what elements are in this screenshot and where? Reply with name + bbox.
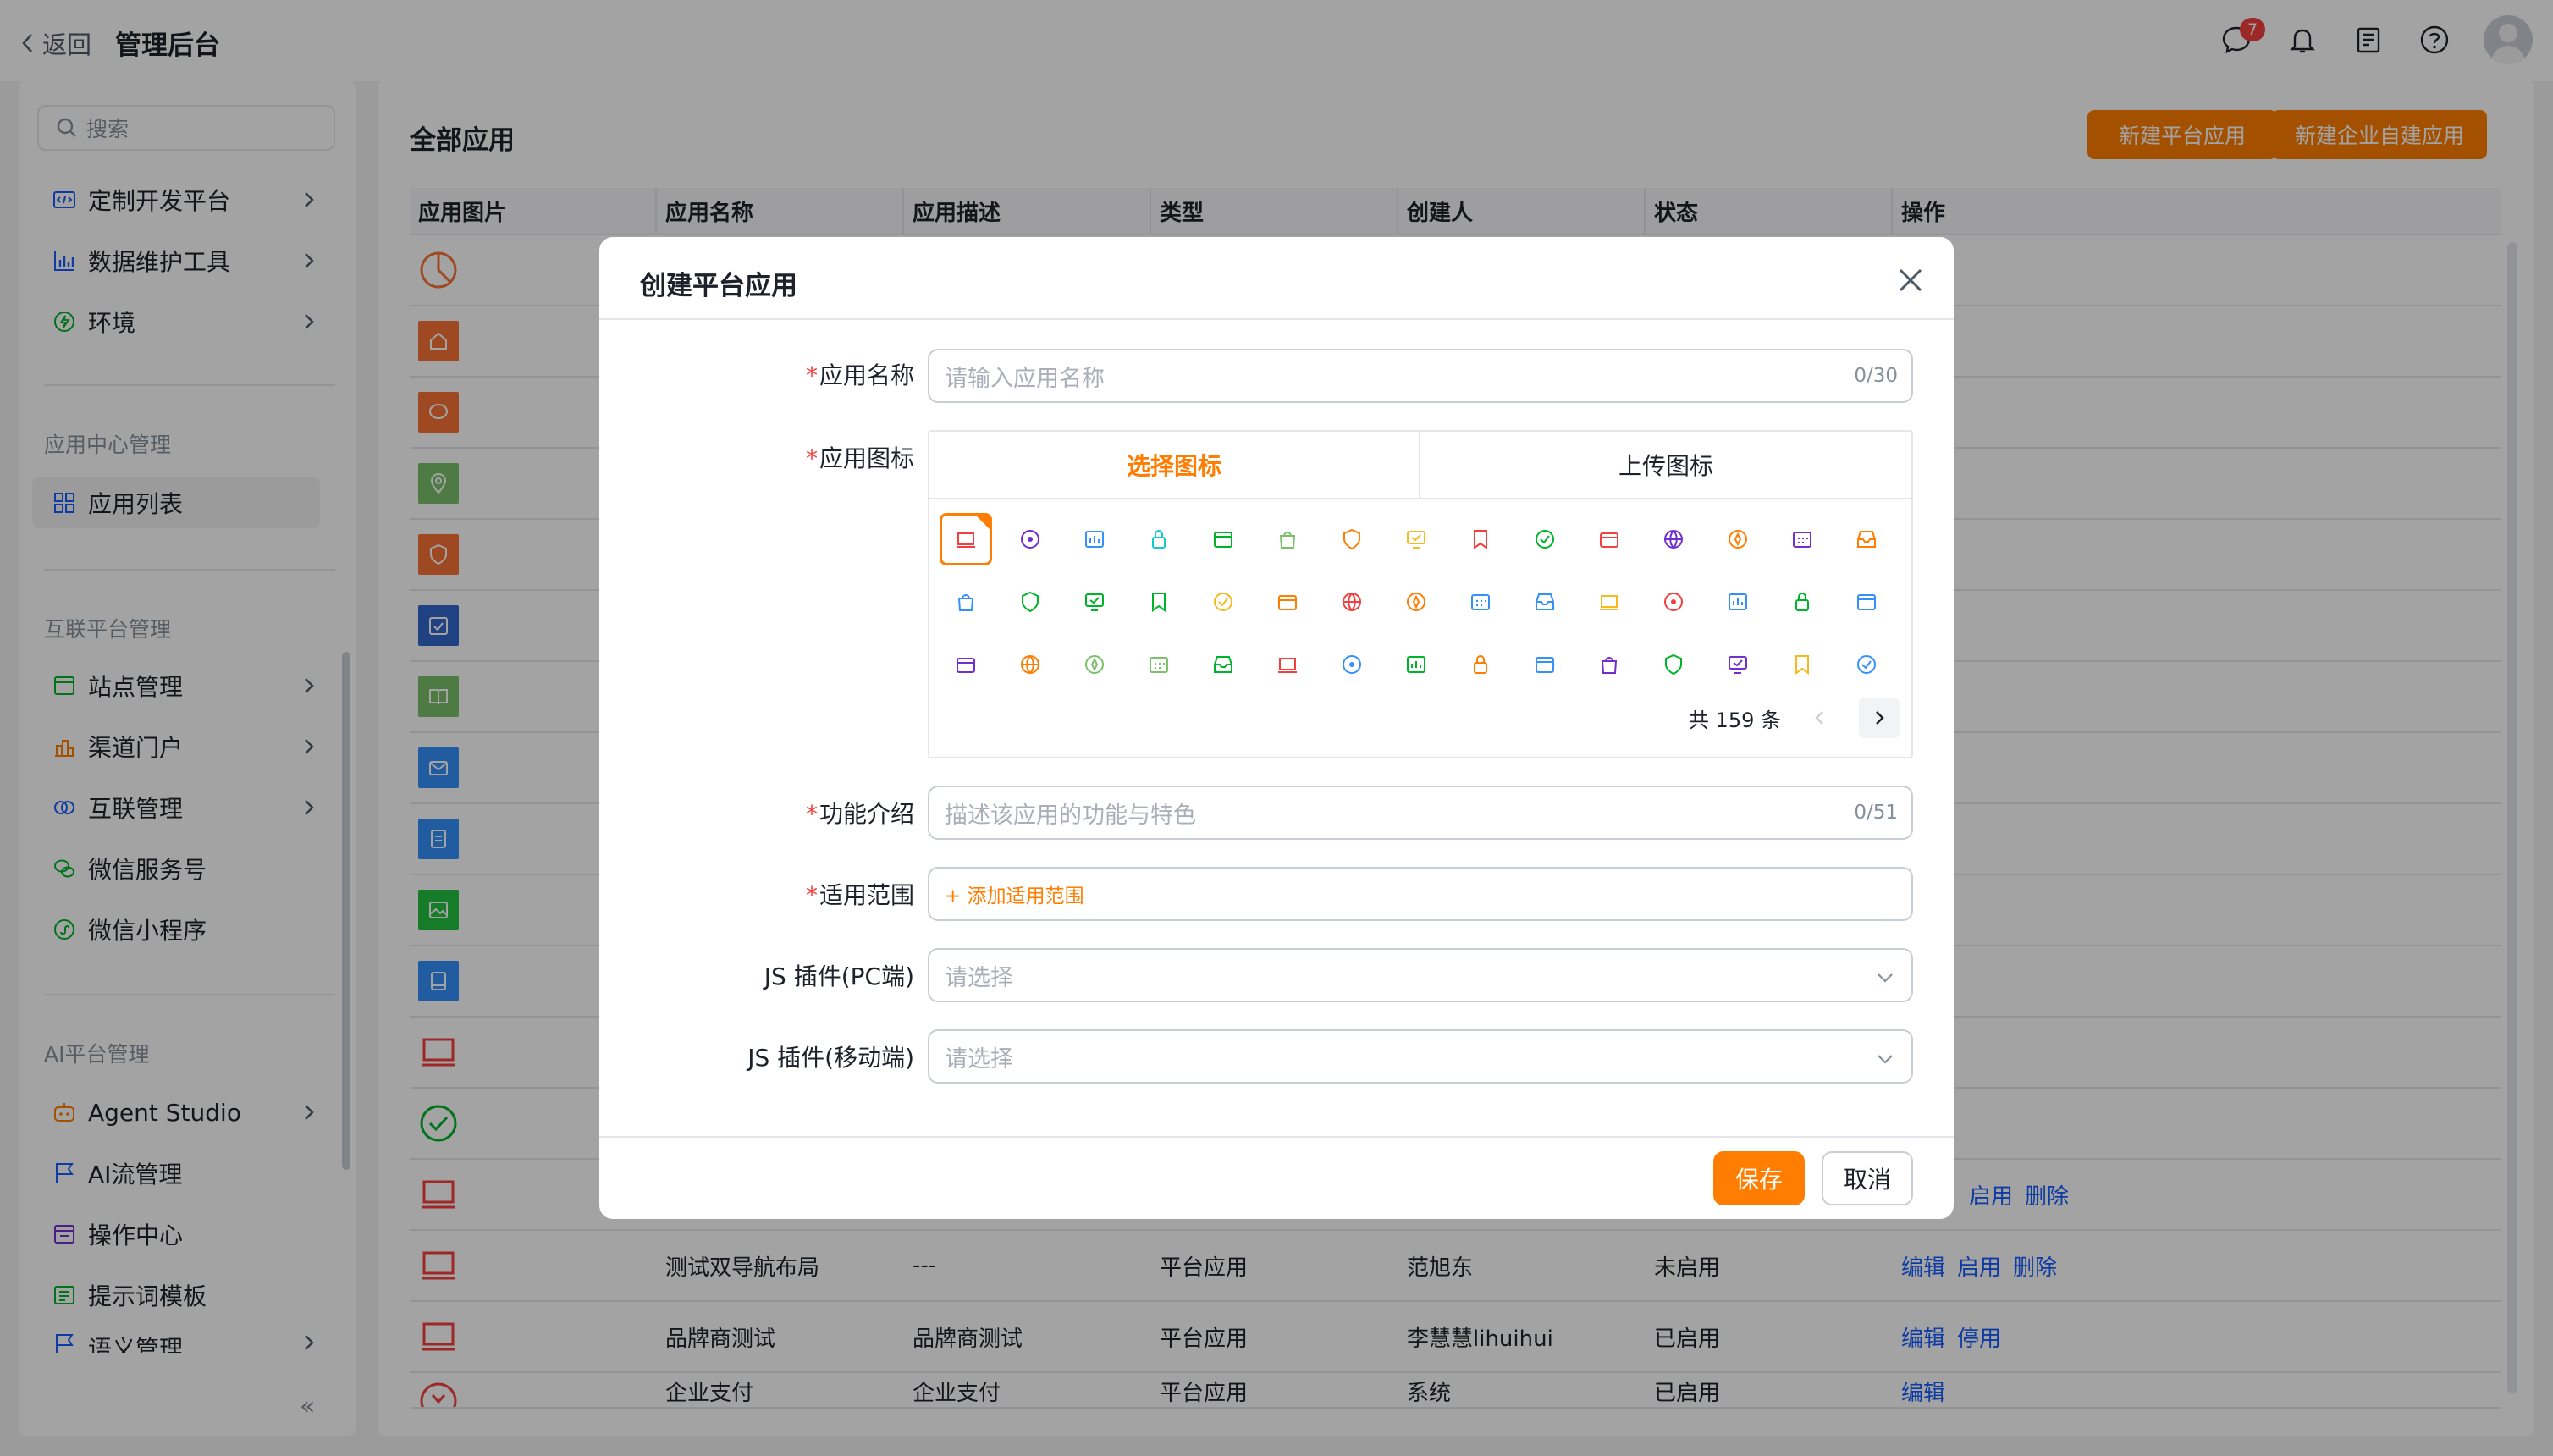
tab-select-icon[interactable]: 选择图标 [929, 432, 1420, 498]
shield-icon[interactable] [1197, 638, 1249, 691]
js-pc-placeholder: 请选择 [945, 964, 1013, 991]
app-name-count: 0/30 [1854, 365, 1898, 387]
app-desc-count: 0/51 [1854, 802, 1898, 824]
app-name-placeholder: 请输入应用名称 [945, 365, 1105, 392]
js-pc-label: JS 插件(PC端) [764, 962, 914, 990]
chevron-left-icon [1815, 711, 1823, 725]
flash-icon[interactable] [1647, 638, 1700, 691]
next-page-button[interactable] [1859, 698, 1900, 738]
app-name-label: *应用名称 [805, 361, 914, 389]
prev-page-button[interactable] [1800, 698, 1840, 738]
house-icon[interactable] [1712, 576, 1764, 628]
bag-icon[interactable] [1261, 513, 1314, 565]
window-icon[interactable] [1519, 576, 1571, 628]
dialog-title: 创建平台应用 [640, 271, 797, 301]
chevron-down-icon [1878, 973, 1893, 983]
wallet-icon[interactable] [1583, 513, 1635, 565]
cancel-button[interactable]: 取消 [1822, 1151, 1913, 1205]
check-circle-icon[interactable] [1519, 513, 1571, 565]
shop-icon[interactable] [1840, 638, 1893, 691]
building-icon[interactable] [1261, 576, 1314, 628]
close-icon[interactable] [1896, 266, 1925, 295]
bookmark-icon[interactable] [1454, 513, 1507, 565]
notepad-icon[interactable] [1068, 638, 1121, 691]
bulb-icon[interactable] [1712, 638, 1764, 691]
bar-chart-icon[interactable] [1326, 576, 1378, 628]
icon-total: 共 159 条 [1688, 708, 1781, 732]
chevron-down-icon [1878, 1055, 1893, 1064]
lock-icon[interactable] [1133, 513, 1185, 565]
app-desc-placeholder: 描述该应用的功能与特色 [945, 802, 1196, 829]
save-button[interactable]: 保存 [1713, 1151, 1805, 1205]
office-icon[interactable] [1583, 576, 1635, 628]
laptop-icon[interactable] [940, 513, 992, 565]
icon-picker: 选择图标 上传图标 共 159 条 [928, 430, 1913, 758]
scope-label: *适用范围 [805, 881, 914, 909]
icon-pagination: 共 159 条 [1689, 698, 1900, 738]
chevron-right-icon [1876, 711, 1884, 725]
app-name-input[interactable]: 请输入应用名称 0/30 [928, 349, 1913, 403]
question-icon[interactable] [1519, 638, 1571, 691]
compass-icon[interactable] [1712, 513, 1764, 565]
calendar-star-icon[interactable] [1454, 638, 1507, 691]
tab-upload-icon[interactable]: 上传图标 [1420, 432, 1911, 498]
create-app-dialog: 创建平台应用 *应用名称 请输入应用名称 0/30 *应用图标 选择图标 上传图… [599, 237, 1954, 1219]
cluster-icon[interactable] [1261, 638, 1314, 691]
photo-icon[interactable] [1583, 638, 1635, 691]
calendar-grid-icon[interactable] [1776, 513, 1828, 565]
download-box-icon[interactable] [1776, 576, 1828, 628]
monitor-check-icon[interactable] [1390, 513, 1442, 565]
cloud-upload-icon[interactable] [1326, 638, 1378, 691]
app-desc-input[interactable]: 描述该应用的功能与特色 0/51 [928, 786, 1913, 840]
app-desc-label: *功能介绍 [805, 800, 914, 828]
clipboard-check-icon[interactable] [1068, 576, 1121, 628]
calendar-icon[interactable] [1197, 513, 1249, 565]
apps-icon[interactable] [940, 638, 992, 691]
target-icon[interactable] [1004, 513, 1056, 565]
dialog-header-divider [599, 318, 1954, 320]
icon-tabs: 选择图标 上传图标 [929, 432, 1911, 499]
chart-board-icon[interactable] [1068, 513, 1121, 565]
scope-field: + 添加适用范围 [928, 867, 1913, 921]
dialog-footer-divider [599, 1136, 1954, 1138]
storefront-icon[interactable] [1840, 576, 1893, 628]
js-pc-select[interactable]: 请选择 [928, 948, 1913, 1002]
js-mobile-placeholder: 请选择 [945, 1045, 1013, 1073]
clock-icon[interactable] [1647, 576, 1700, 628]
dart-icon[interactable] [1390, 576, 1442, 628]
notes-icon[interactable] [1390, 638, 1442, 691]
network-icon[interactable] [1454, 576, 1507, 628]
app-icon-label: *应用图标 [805, 444, 914, 472]
globe-icon[interactable] [1647, 513, 1700, 565]
floppy-icon[interactable] [1133, 638, 1185, 691]
basket-icon[interactable] [1004, 638, 1056, 691]
inbox-icon[interactable] [1840, 513, 1893, 565]
medal-icon[interactable] [1776, 638, 1828, 691]
image-icon[interactable] [1133, 576, 1185, 628]
archive-icon[interactable] [940, 576, 992, 628]
badge-icon[interactable] [1326, 513, 1378, 565]
add-scope-button[interactable]: + 添加适用范围 [945, 880, 1084, 908]
pencil-icon[interactable] [1004, 576, 1056, 628]
signpost-icon[interactable] [1197, 576, 1249, 628]
js-mobile-select[interactable]: 请选择 [928, 1029, 1913, 1084]
js-mobile-label: JS 插件(移动端) [747, 1044, 914, 1072]
